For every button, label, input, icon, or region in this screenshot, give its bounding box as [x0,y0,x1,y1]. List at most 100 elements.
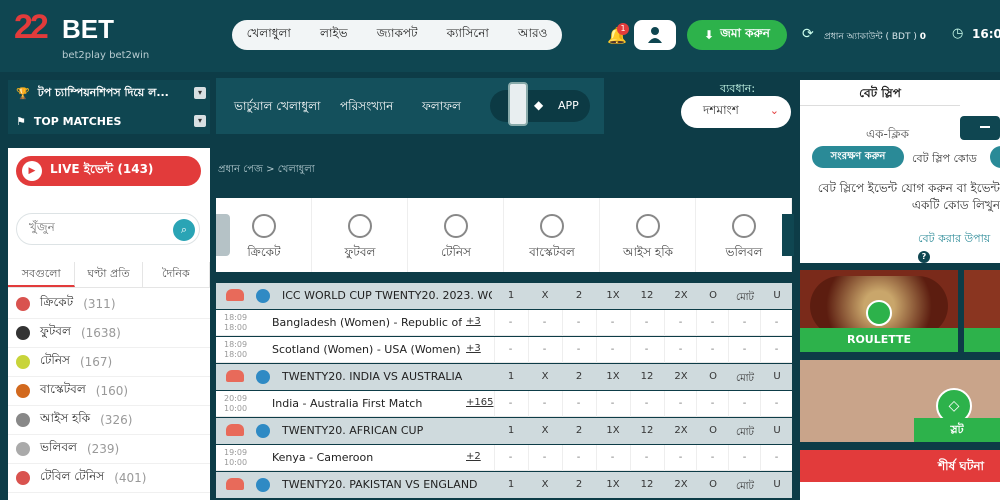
odds-cell[interactable]: - [528,445,560,471]
sidebar-sport-item[interactable]: আইস হকি (326) [8,406,210,435]
results-link[interactable]: ফলাফল [422,98,461,118]
tabs-next-arrow[interactable] [782,214,794,256]
chevron-down-icon[interactable]: ▾ [194,87,206,99]
odds-cell[interactable]: - [696,445,728,471]
sidebar-item-top-matches[interactable]: ⚑ TOP MATCHES ▾ [8,108,210,134]
match-teams[interactable]: Scotland (Women) - USA (Women) [272,343,462,356]
odds-cell[interactable]: - [528,391,560,417]
odds-cell[interactable]: - [728,310,760,336]
odds-cell[interactable]: - [494,310,526,336]
match-row[interactable]: 19:09 10:00 Kenya - Cameroon +2- - - - - - - - - [216,445,792,471]
odds-cell[interactable]: - [562,445,594,471]
odds-cell[interactable]: - [728,337,760,363]
sidebar-sport-item[interactable]: টেনিস (167) [8,348,210,377]
odds-cell[interactable]: - [596,337,628,363]
odds-cell[interactable]: - [528,337,560,363]
more-markets-link[interactable]: +3 [466,316,481,327]
odds-cell[interactable]: - [596,310,628,336]
tab-hourly[interactable]: ঘণ্টা প্রতি [75,262,143,287]
odds-cell[interactable]: - [760,391,792,417]
odds-cell[interactable]: - [760,310,792,336]
sidebar-sport-item[interactable]: ভলিবল (239) [8,435,210,464]
deposit-button[interactable]: ⬇ জমা করুন [687,20,787,50]
odds-cell[interactable]: - [494,445,526,471]
more-markets-link[interactable]: +165 [466,397,493,408]
sport-tab[interactable]: টেনিস [408,198,504,272]
sidebar-sport-item[interactable]: বাস্কেটবল (160) [8,377,210,406]
search-icon[interactable]: ⌕ [173,219,195,241]
odds-cell[interactable]: - [562,310,594,336]
odds-cell[interactable]: - [630,445,662,471]
odds-cell[interactable]: - [728,445,760,471]
slot-banner[interactable]: ◇ স্লট [800,360,1000,442]
odds-cell[interactable]: - [494,337,526,363]
nav-casino[interactable]: ক্যাসিনো [447,25,489,45]
tabs-prev-arrow[interactable] [216,214,230,256]
sport-tab[interactable]: বাস্কেটবল [504,198,600,272]
sport-tab[interactable]: আইস হকি [600,198,696,272]
odds-cell[interactable]: - [630,310,662,336]
sidebar-sport-item[interactable]: ক্রিকেট (311) [8,290,210,319]
odds-cell[interactable]: - [760,337,792,363]
casino-banner[interactable] [964,270,1000,352]
sport-tab[interactable]: ফুটবল [312,198,408,272]
odds-cell[interactable]: - [562,391,594,417]
sport-tab[interactable]: ভলিবল [696,198,792,272]
match-teams[interactable]: India - Australia First Match [272,397,462,410]
championship-header[interactable]: TWENTY20. AFRICAN CUP 1 X 2 1X 12 2X O মোট U [216,418,792,444]
account-balance[interactable]: প্রধান অ্যাকাউন্ট ( BDT ) 0 [824,29,926,44]
odds-cell[interactable]: - [562,337,594,363]
logo[interactable]: 22 BET bet2play bet2win [14,8,164,64]
match-teams[interactable]: Kenya - Cameroon [272,451,462,464]
odds-cell[interactable]: - [760,445,792,471]
odds-cell[interactable]: - [696,337,728,363]
sidebar-sport-item[interactable]: ফুটবল (1638) [8,319,210,348]
odds-cell[interactable]: - [664,445,696,471]
odds-cell[interactable]: - [630,337,662,363]
odds-cell[interactable]: - [664,391,696,417]
how-to-bet-link[interactable]: বেট করার উপায় ? [918,230,1000,263]
odds-cell[interactable]: - [630,391,662,417]
app-download[interactable]: ◆ APP [490,82,590,126]
more-markets-link[interactable]: +3 [466,343,481,354]
odds-cell[interactable]: - [696,391,728,417]
match-row[interactable]: 18:09 18:00 Bangladesh (Women) - Republic … [216,310,792,336]
roulette-banner[interactable]: ROULETTE [800,270,958,352]
chevron-down-icon[interactable]: ▾ [194,115,206,127]
breadcrumb-home[interactable]: প্রধান পেজ [218,164,263,175]
virtual-sports-link[interactable]: ভার্চুয়াল খেলাধুলা [234,98,321,118]
odds-cell[interactable]: - [596,391,628,417]
nav-live[interactable]: লাইভ [320,25,348,45]
save-button[interactable]: সংরক্ষণ করুন [812,146,904,168]
bet-slip-code-label[interactable]: বেট স্লিপ কোড [912,150,977,169]
match-teams[interactable]: Bangladesh (Women) - Republic of I... [272,316,462,329]
match-row[interactable]: 18:09 18:00 Scotland (Women) - USA (Women)… [216,337,792,363]
match-row[interactable]: 20:09 10:00 India - Australia First Match +… [216,391,792,417]
sport-tab[interactable]: ক্রিকেট [216,198,312,272]
refresh-icon[interactable]: ⟳ [802,26,814,42]
one-click-toggle[interactable] [960,116,1000,140]
tab-daily[interactable]: দৈনিক [143,262,210,287]
more-markets-link[interactable]: +2 [466,451,481,462]
odds-cell[interactable]: - [664,310,696,336]
nav-more[interactable]: আরও [518,25,547,45]
statistics-link[interactable]: পরিসংখ্যান [340,98,393,118]
nav-sports[interactable]: খেলাধুলা [247,25,291,45]
user-button[interactable] [634,20,676,50]
odds-cell[interactable]: - [728,391,760,417]
sidebar-sport-item[interactable]: টেবিল টেনিস (401) [8,464,210,493]
championship-header[interactable]: TWENTY20. PAKISTAN VS ENGLAND 1 X 2 1X 12 2X O ম… [216,472,792,498]
tab-all[interactable]: সবগুলো [8,262,76,287]
odds-cell[interactable]: - [596,445,628,471]
championship-header[interactable]: ICC WORLD CUP TWENTY20. 2023. WOM...1X21… [216,283,792,309]
odds-cell[interactable]: - [664,337,696,363]
odds-cell[interactable]: - [528,310,560,336]
nav-jackpot[interactable]: জ্যাকপট [377,25,418,45]
odds-format-select[interactable]: দশমাংশ ⌄ [681,96,791,128]
odds-cell[interactable]: - [494,391,526,417]
sidebar-item-championships[interactable]: 🏆 টপ চ্যাম্পিয়নশিপস দিয়ে ল... ▾ [8,80,210,106]
championship-header[interactable]: TWENTY20. INDIA VS AUSTRALIA 1 X 2 1X 12 2X O মো… [216,364,792,390]
live-events-button[interactable]: ▶ LIVE ইভেন্ট (143) [16,156,201,186]
search-input[interactable] [29,220,169,234]
odds-cell[interactable]: - [696,310,728,336]
